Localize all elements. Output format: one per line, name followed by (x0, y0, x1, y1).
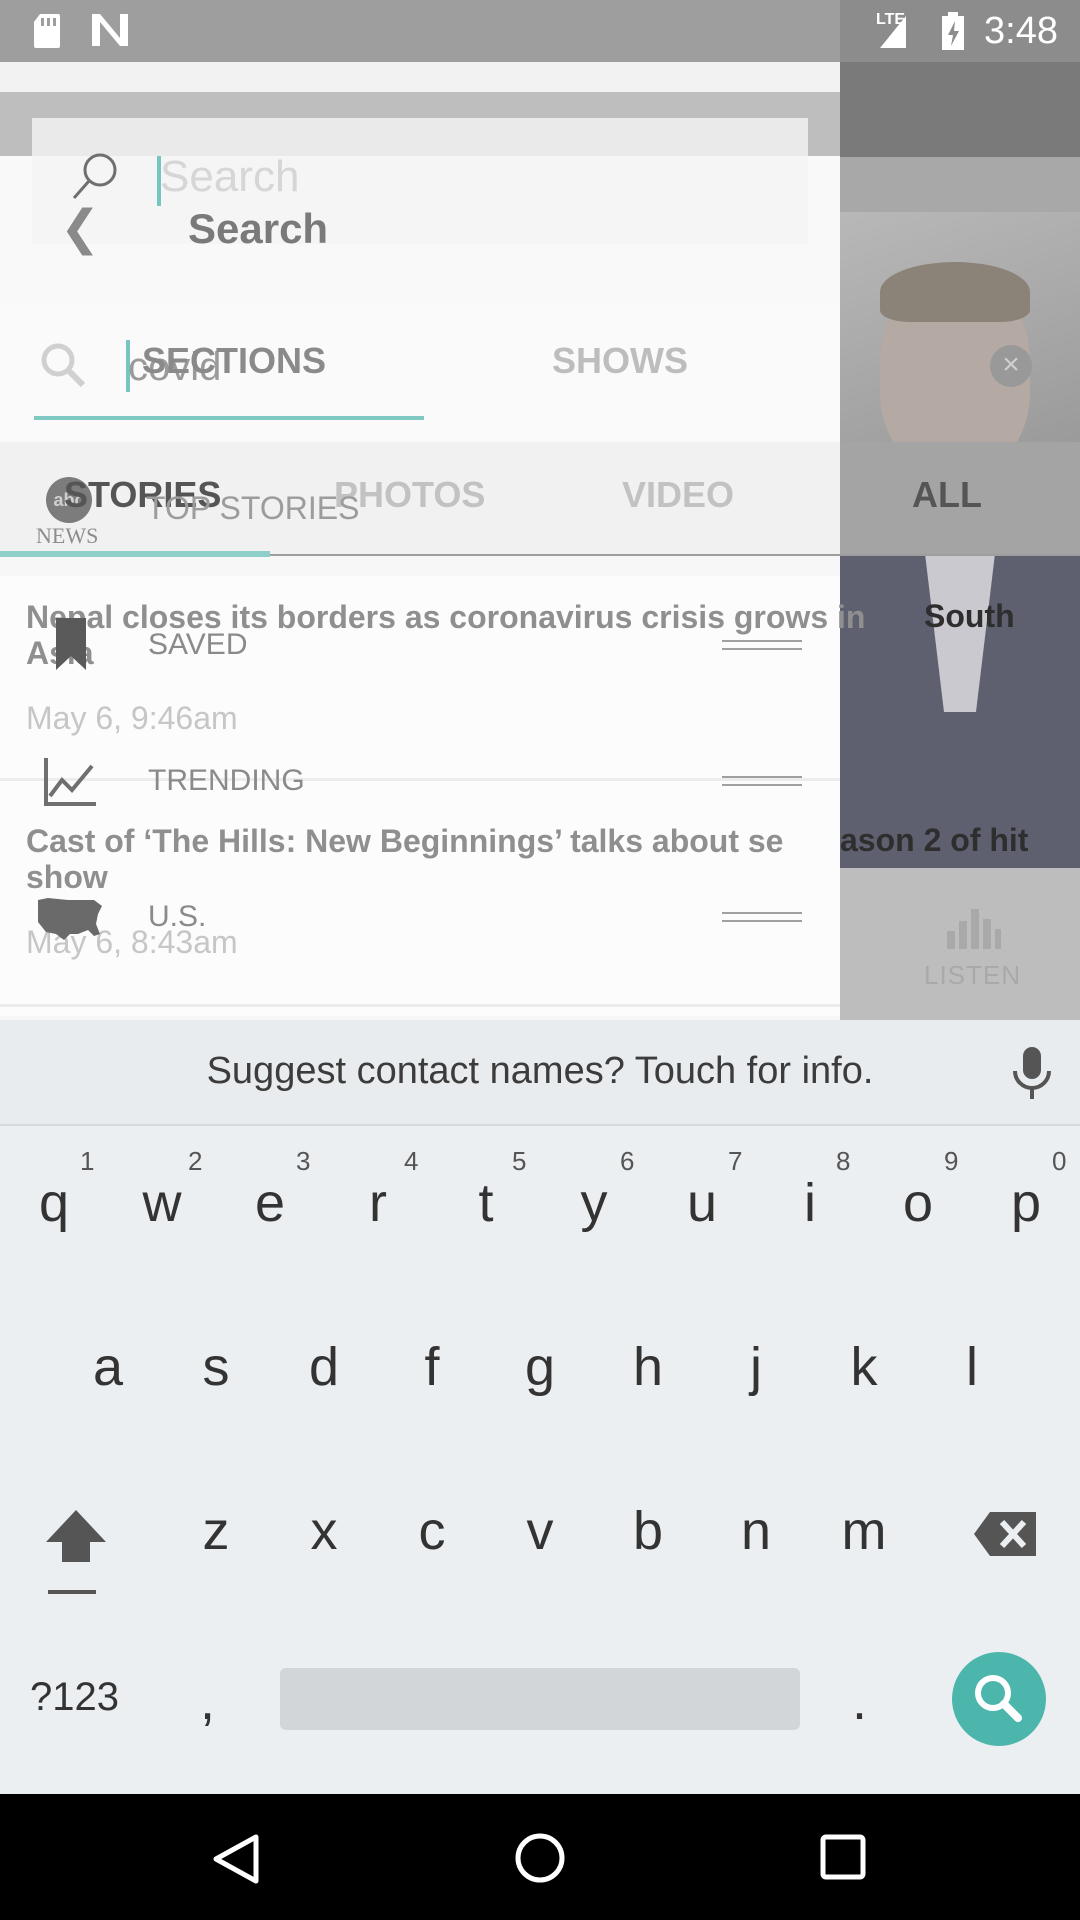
key-hint-4: 4 (404, 1146, 419, 1176)
key-x[interactable]: x (284, 1500, 364, 1562)
background-toolbar (840, 62, 1080, 157)
result-date: May 6, 9:46am (26, 700, 238, 736)
key-r[interactable]: r (338, 1172, 418, 1234)
tab-sections[interactable]: SECTIONS (142, 340, 326, 382)
key-hint-7: 7 (728, 1146, 743, 1176)
key-h[interactable]: h (608, 1336, 688, 1398)
recents-nav-icon[interactable] (820, 1834, 866, 1885)
tab-selected-indicator (34, 416, 424, 420)
key-i[interactable]: i (770, 1172, 850, 1234)
key-m[interactable]: m (824, 1500, 904, 1562)
key-v[interactable]: v (500, 1500, 580, 1562)
key-e[interactable]: e (230, 1172, 310, 1234)
key-s[interactable]: s (176, 1336, 256, 1398)
listen-icon[interactable] (945, 905, 1001, 951)
bookmark-icon (54, 616, 88, 677)
drag-handle-icon[interactable] (722, 912, 802, 928)
tab-shows[interactable]: SHOWS (552, 340, 688, 382)
battery-charging-icon (940, 12, 966, 60)
symbols-key[interactable]: ?123 (30, 1675, 119, 1720)
panel-search-header-overlay (0, 156, 840, 244)
status-bar: LTE 3:48 (0, 0, 1080, 62)
back-nav-icon[interactable] (212, 1834, 260, 1889)
drag-handle-icon[interactable] (722, 776, 802, 792)
key-hint-3: 3 (296, 1146, 311, 1176)
search-action-key[interactable] (952, 1652, 1046, 1746)
list-divider (0, 1004, 840, 1007)
key-hint-0: 0 (1052, 1146, 1067, 1176)
trending-chart-icon (42, 756, 98, 813)
listen-label[interactable]: LISTEN (840, 960, 1080, 991)
microphone-icon[interactable] (1010, 1045, 1054, 1106)
key-hint-8: 8 (836, 1146, 851, 1176)
menu-item-trending[interactable]: TRENDING (148, 764, 305, 798)
key-u[interactable]: u (662, 1172, 742, 1234)
sd-card-icon (32, 12, 62, 58)
key-hint-9: 9 (944, 1146, 959, 1176)
key-d[interactable]: d (284, 1336, 364, 1398)
menu-item-us[interactable]: U.S. (148, 900, 206, 934)
key-c[interactable]: c (392, 1500, 472, 1562)
panel-top-strip (0, 62, 840, 92)
key-o[interactable]: o (878, 1172, 958, 1234)
backspace-key-icon[interactable] (972, 1510, 1038, 1563)
search-input[interactable]: Search (160, 152, 299, 202)
background-subbar (840, 157, 1080, 212)
back-chevron-icon[interactable]: ❮ (60, 200, 100, 256)
key-y[interactable]: y (554, 1172, 634, 1234)
drag-handle-icon[interactable] (722, 640, 802, 656)
key-t[interactable]: t (446, 1172, 526, 1234)
shift-key-icon[interactable] (44, 1508, 108, 1569)
menu-item-top-stories[interactable]: TOP STORIES (146, 490, 359, 527)
search-icon (975, 1675, 1022, 1722)
result-headline[interactable]: Cast of ‘The Hills: New Beginnings’ talk… (26, 822, 783, 860)
menu-item-saved[interactable]: SAVED (148, 628, 247, 662)
page-title: Search (188, 205, 329, 252)
key-n[interactable]: n (716, 1500, 796, 1562)
period-key[interactable]: . (852, 1670, 867, 1732)
key-w[interactable]: w (122, 1172, 202, 1234)
navigation-bar (0, 1794, 1080, 1920)
shift-indicator (48, 1590, 96, 1594)
result-headline-overflow[interactable]: South (924, 598, 1015, 635)
key-p[interactable]: p (986, 1172, 1066, 1234)
signal-icon (878, 12, 908, 58)
key-l[interactable]: l (932, 1336, 1012, 1398)
key-a[interactable]: a (68, 1336, 148, 1398)
news-logo-label: NEWS (36, 523, 99, 548)
key-q[interactable]: q (14, 1172, 94, 1234)
clear-search-icon[interactable]: × (990, 345, 1032, 387)
key-g[interactable]: g (500, 1336, 580, 1398)
key-b[interactable]: b (608, 1500, 688, 1562)
tab-all[interactable]: ALL (912, 474, 982, 516)
list-divider (0, 778, 840, 781)
search-icon (70, 150, 122, 207)
search-field-icon (38, 340, 88, 395)
key-hint-5: 5 (512, 1146, 527, 1176)
home-nav-icon[interactable] (514, 1832, 566, 1889)
key-hint-1: 1 (80, 1146, 95, 1176)
key-hint-2: 2 (188, 1146, 203, 1176)
clock: 3:48 (984, 10, 1058, 52)
key-j[interactable]: j (716, 1336, 796, 1398)
space-key[interactable] (280, 1668, 800, 1730)
stories-tab-indicator (0, 551, 270, 557)
key-hint-6: 6 (620, 1146, 635, 1176)
comma-key[interactable]: , (200, 1670, 215, 1732)
tab-video[interactable]: VIDEO (622, 474, 734, 516)
suggestion-text[interactable]: Suggest contact names? Touch for info. (0, 1050, 1080, 1093)
key-z[interactable]: z (176, 1500, 256, 1562)
us-map-icon (36, 894, 104, 947)
key-f[interactable]: f (392, 1336, 472, 1398)
result-headline-overflow[interactable]: ason 2 of hit (840, 822, 1028, 859)
key-k[interactable]: k (824, 1336, 904, 1398)
result-headline-line2[interactable]: show (26, 858, 108, 896)
n-notification-icon (90, 12, 130, 56)
